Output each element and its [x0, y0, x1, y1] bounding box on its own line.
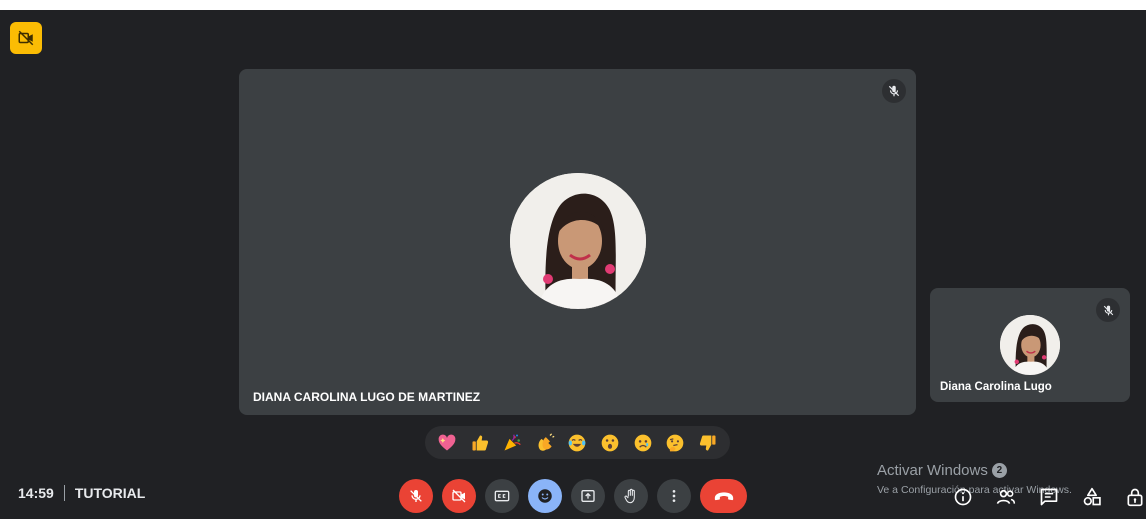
- more-options-button[interactable]: [657, 479, 691, 513]
- reaction-thinking[interactable]: [662, 430, 688, 456]
- people-button[interactable]: [992, 483, 1020, 511]
- reaction-thumbs-up[interactable]: [467, 430, 493, 456]
- activation-title-row: Activar Windows 2: [877, 462, 1072, 479]
- meeting-details: 14:59 TUTORIAL: [18, 485, 145, 501]
- host-controls-icon: [1127, 488, 1143, 507]
- captions-button[interactable]: [485, 479, 519, 513]
- thinking-face-icon: [666, 434, 684, 451]
- thumbs-down-icon: [699, 435, 716, 450]
- chat-button[interactable]: [1035, 483, 1063, 511]
- toggle-microphone-button[interactable]: [399, 479, 433, 513]
- self-view-tile[interactable]: Diana Carolina Lugo: [930, 288, 1130, 402]
- thumbs-up-icon: [472, 435, 488, 450]
- meeting-time: 14:59: [18, 485, 54, 501]
- activities-icon: [1083, 487, 1101, 506]
- participant-avatar-large: [510, 173, 646, 309]
- meeting-title: TUTORIAL: [74, 485, 146, 501]
- camera-disabled-icon: [18, 30, 34, 46]
- more-options-icon: [672, 490, 676, 502]
- reaction-sparkling-heart[interactable]: [434, 430, 460, 456]
- tears-of-joy-icon: [569, 434, 586, 451]
- party-popper-icon: [504, 433, 522, 450]
- reaction-party-popper[interactable]: [499, 430, 525, 456]
- closed-captions-icon: [494, 490, 510, 502]
- chat-icon: [1040, 488, 1058, 506]
- reaction-crying[interactable]: [630, 430, 656, 456]
- host-controls-button[interactable]: [1121, 483, 1146, 511]
- activation-title: Activar Windows: [877, 462, 988, 479]
- raise-hand-button[interactable]: [614, 479, 648, 513]
- reaction-surprised[interactable]: [597, 430, 623, 456]
- emoji-icon: [538, 489, 552, 503]
- present-screen-icon: [581, 490, 595, 502]
- hang-up-icon: [714, 492, 733, 501]
- crying-face-icon: [634, 434, 651, 451]
- meeting-info-divider: [63, 485, 65, 501]
- meeting-stage: DIANA CAROLINA LUGO DE MARTINEZ Diana Ca…: [0, 10, 1146, 519]
- call-controls: [399, 479, 747, 513]
- mic-off-icon: [1103, 305, 1113, 315]
- surprised-face-icon: [601, 434, 619, 451]
- meeting-side-tools: [949, 483, 1146, 511]
- people-icon: [996, 489, 1016, 504]
- side-tile-mic-muted: [1096, 298, 1120, 322]
- sparkling-heart-icon: [438, 434, 456, 450]
- send-reaction-button[interactable]: [528, 479, 562, 513]
- camera-off-icon: [452, 489, 466, 503]
- mic-off-icon: [888, 85, 900, 97]
- present-now-button[interactable]: [571, 479, 605, 513]
- reaction-tears-of-joy[interactable]: [564, 430, 590, 456]
- reaction-clapping-hands[interactable]: [532, 430, 558, 456]
- raise-hand-icon: [624, 488, 635, 504]
- reaction-bar: [425, 426, 730, 459]
- main-tile-mic-muted: [882, 79, 906, 103]
- mic-off-icon: [410, 490, 422, 502]
- info-icon: [954, 488, 972, 506]
- reaction-thumbs-down[interactable]: [695, 430, 721, 456]
- toggle-camera-button[interactable]: [442, 479, 476, 513]
- participant-avatar-small: [1000, 315, 1060, 375]
- clapping-hands-icon: [538, 432, 555, 451]
- camera-disabled-badge[interactable]: [10, 22, 42, 54]
- main-participant-tile[interactable]: DIANA CAROLINA LUGO DE MARTINEZ: [239, 69, 916, 415]
- main-participant-name: DIANA CAROLINA LUGO DE MARTINEZ: [253, 390, 481, 404]
- side-participant-name: Diana Carolina Lugo: [940, 381, 1052, 393]
- activities-button[interactable]: [1078, 483, 1106, 511]
- meeting-details-button[interactable]: [949, 483, 977, 511]
- leave-call-button[interactable]: [700, 479, 747, 513]
- notification-count-badge: 2: [991, 463, 1007, 478]
